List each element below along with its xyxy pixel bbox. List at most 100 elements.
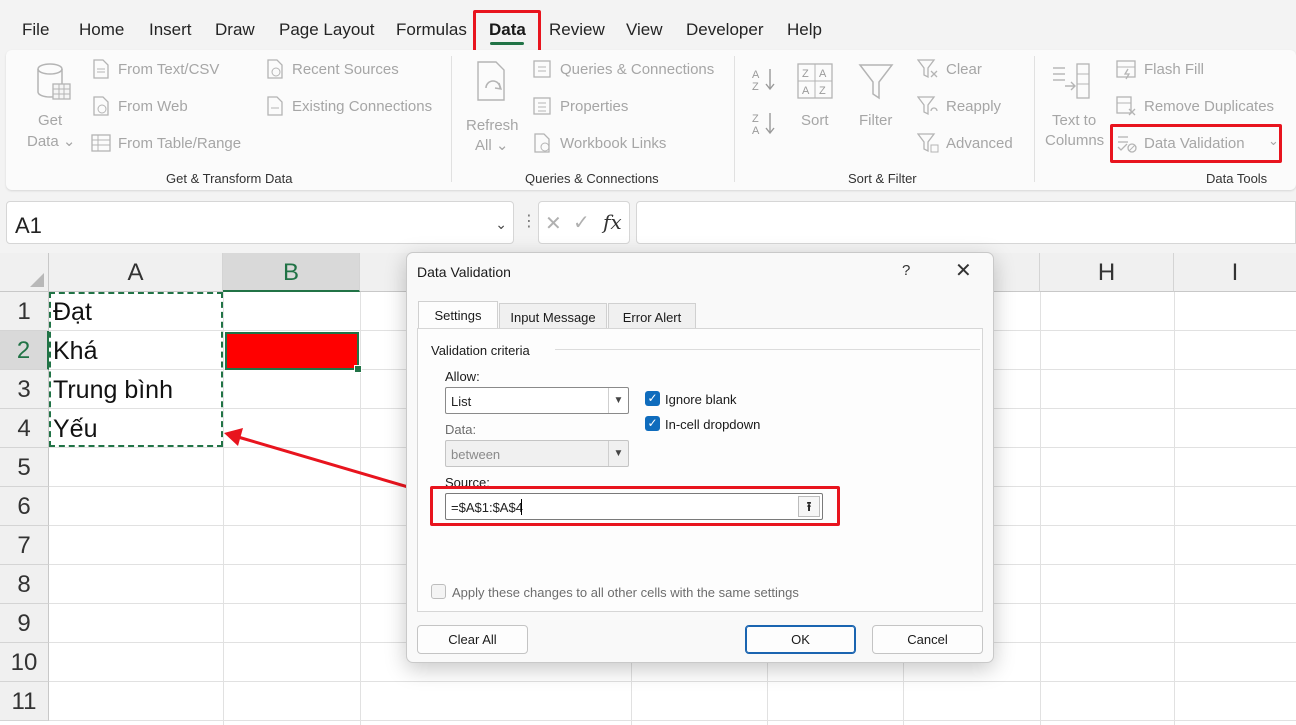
select-all-corner[interactable]	[0, 253, 49, 292]
menu-file[interactable]: File	[22, 20, 49, 40]
formula-input[interactable]	[636, 201, 1296, 244]
svg-text:Z: Z	[752, 113, 759, 125]
get-data-label-2[interactable]: Data ⌄	[27, 132, 75, 150]
workbook-links-button[interactable]: Workbook Links	[560, 135, 666, 152]
column-header-i[interactable]: I	[1174, 253, 1296, 292]
text-to-columns-label-2[interactable]: Columns	[1045, 132, 1104, 149]
column-header-b[interactable]: B	[223, 253, 360, 292]
gridline	[1174, 292, 1175, 725]
dialog-title: Data Validation	[417, 264, 511, 280]
reapply-icon	[917, 96, 938, 116]
refresh-all-label-1[interactable]: Refresh	[466, 117, 519, 134]
sort-button-label[interactable]: Sort	[801, 112, 829, 129]
in-cell-dropdown-checkbox[interactable]: ✓	[645, 416, 660, 431]
clear-all-button[interactable]: Clear All	[417, 625, 528, 654]
row-header-9[interactable]: 9	[0, 604, 49, 643]
from-text-csv-button[interactable]: From Text/CSV	[118, 61, 219, 78]
row-header-8[interactable]: 8	[0, 565, 49, 604]
svg-text:Z: Z	[819, 85, 826, 97]
apply-all-label[interactable]: Apply these changes to all other cells w…	[452, 585, 799, 600]
reapply-button[interactable]: Reapply	[946, 98, 1001, 115]
cell-b2-selected[interactable]	[225, 332, 362, 373]
properties-button[interactable]: Properties	[560, 98, 628, 115]
highlight-source	[430, 486, 840, 526]
from-table-range-button[interactable]: From Table/Range	[118, 135, 241, 152]
highlight-data-validation	[1110, 124, 1282, 163]
data-select: between ▼	[445, 440, 629, 467]
get-data-label-1[interactable]: Get	[38, 112, 62, 129]
row-header-1[interactable]: 1	[0, 292, 49, 331]
chevron-down-icon: ▼	[608, 441, 628, 466]
flash-fill-button[interactable]: Flash Fill	[1144, 61, 1204, 78]
row-header-7[interactable]: 7	[0, 526, 49, 565]
gridline	[49, 720, 1296, 721]
more-options-icon[interactable]: ⋮	[521, 211, 537, 231]
ok-button[interactable]: OK	[745, 625, 856, 654]
web-file-icon	[93, 96, 109, 116]
menu-home[interactable]: Home	[79, 20, 124, 40]
tab-input-message[interactable]: Input Message	[499, 303, 607, 329]
ignore-blank-label[interactable]: Ignore blank	[665, 392, 737, 407]
svg-text:A: A	[819, 68, 827, 80]
insert-function-icon[interactable]: fx	[603, 210, 622, 234]
group-label-sort-filter: Sort & Filter	[848, 171, 917, 186]
clear-filter-icon	[917, 59, 938, 79]
menu-page-layout[interactable]: Page Layout	[279, 20, 374, 40]
name-box[interactable]: A1 ⌄	[6, 201, 514, 244]
menu-formulas[interactable]: Formulas	[396, 20, 467, 40]
svg-text:A: A	[802, 85, 810, 97]
menu-review[interactable]: Review	[549, 20, 605, 40]
filter-button-label[interactable]: Filter	[859, 112, 892, 129]
ignore-blank-checkbox[interactable]: ✓	[645, 391, 660, 406]
svg-text:A: A	[752, 125, 760, 136]
database-icon[interactable]	[35, 62, 73, 104]
tab-error-alert[interactable]: Error Alert	[608, 303, 696, 329]
recent-sources-button[interactable]: Recent Sources	[292, 61, 399, 78]
svg-text:Z: Z	[802, 68, 809, 80]
check-icon[interactable]: ✓	[573, 210, 590, 235]
group-divider	[555, 349, 980, 350]
row-header-2[interactable]: 2	[0, 331, 49, 370]
cancel-icon[interactable]: ✕	[545, 211, 562, 236]
menu-help[interactable]: Help	[787, 20, 822, 40]
row-header-6[interactable]: 6	[0, 487, 49, 526]
advanced-button[interactable]: Advanced	[946, 135, 1013, 152]
remove-duplicates-button[interactable]: Remove Duplicates	[1144, 98, 1274, 115]
from-web-button[interactable]: From Web	[118, 98, 188, 115]
apply-all-checkbox[interactable]	[431, 584, 446, 599]
refresh-all-label-2[interactable]: All ⌄	[475, 136, 508, 154]
help-icon[interactable]: ?	[902, 262, 910, 279]
column-header-h[interactable]: H	[1040, 253, 1174, 292]
row-header-3[interactable]: 3	[0, 370, 49, 409]
row-header-10[interactable]: 10	[0, 643, 49, 682]
gridline	[223, 292, 224, 725]
advanced-filter-icon	[917, 133, 939, 153]
allow-select[interactable]: List ▼	[445, 387, 629, 414]
row-header-5[interactable]: 5	[0, 448, 49, 487]
text-to-columns-icon[interactable]	[1049, 62, 1093, 104]
refresh-icon[interactable]	[472, 60, 512, 106]
row-header-4[interactable]: 4	[0, 409, 49, 448]
text-to-columns-label-1[interactable]: Text to	[1052, 112, 1096, 129]
in-cell-dropdown-label[interactable]: In-cell dropdown	[665, 417, 760, 432]
cancel-button[interactable]: Cancel	[872, 625, 983, 654]
ribbon-separator	[734, 56, 735, 182]
chevron-down-icon[interactable]: ⌄	[495, 216, 507, 233]
sort-a-z-icon[interactable]: AZ	[750, 66, 778, 92]
menu-insert[interactable]: Insert	[149, 20, 192, 40]
tab-settings[interactable]: Settings	[418, 301, 498, 329]
menu-draw[interactable]: Draw	[215, 20, 255, 40]
existing-connections-button[interactable]: Existing Connections	[292, 98, 432, 115]
chevron-down-icon[interactable]: ▼	[608, 388, 628, 413]
filter-icon[interactable]	[858, 62, 894, 102]
sort-z-a-icon[interactable]: ZA	[750, 110, 778, 136]
column-header-a[interactable]: A	[49, 253, 223, 292]
row-header-11[interactable]: 11	[0, 682, 49, 721]
menu-view[interactable]: View	[626, 20, 663, 40]
queries-connections-button[interactable]: Queries & Connections	[560, 61, 714, 78]
menu-developer[interactable]: Developer	[686, 20, 764, 40]
text-file-icon	[93, 59, 109, 79]
close-icon[interactable]: ✕	[955, 258, 972, 283]
clear-button[interactable]: Clear	[946, 61, 982, 78]
sort-icon[interactable]: Z AA Z	[796, 62, 834, 102]
